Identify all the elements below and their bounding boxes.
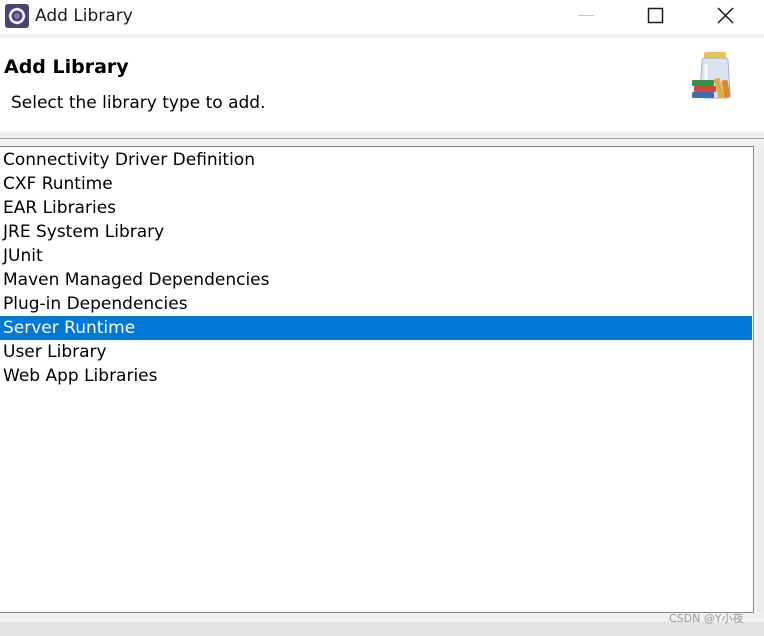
dialog-header: Add Library Select the library type to a… xyxy=(0,38,764,131)
page-title: Add Library xyxy=(4,56,129,78)
title-bar: Add Library xyxy=(0,0,764,34)
list-item[interactable]: Connectivity Driver Definition xyxy=(0,148,752,172)
bottom-edge xyxy=(0,622,764,636)
list-item[interactable]: Maven Managed Dependencies xyxy=(0,268,752,292)
window-edge xyxy=(757,146,764,613)
minimize-button[interactable] xyxy=(562,0,608,34)
list-item[interactable]: User Library xyxy=(0,340,752,364)
list-item[interactable]: Plug-in Dependencies xyxy=(0,292,752,316)
close-button[interactable] xyxy=(702,0,748,34)
header-divider xyxy=(0,131,764,132)
watermark: CSDN @Y小夜 xyxy=(669,612,744,625)
window-title: Add Library xyxy=(35,6,133,26)
minimize-icon xyxy=(578,15,594,16)
maximize-icon xyxy=(647,7,664,24)
list-item[interactable]: Server Runtime xyxy=(0,316,752,340)
page-description: Select the library type to add. xyxy=(11,93,266,113)
library-jars-icon xyxy=(692,52,731,99)
library-type-list[interactable]: Connectivity Driver Definition CXF Runtim… xyxy=(0,146,754,613)
list-item[interactable]: JRE System Library xyxy=(0,220,752,244)
list-item[interactable]: EAR Libraries xyxy=(0,196,752,220)
eclipse-icon xyxy=(5,4,29,28)
list-item[interactable]: JUnit xyxy=(0,244,752,268)
header-separator xyxy=(0,138,764,139)
list-item[interactable]: Web App Libraries xyxy=(0,364,752,388)
list-item[interactable]: CXF Runtime xyxy=(0,172,752,196)
maximize-button[interactable] xyxy=(632,0,678,34)
close-icon xyxy=(717,7,734,24)
